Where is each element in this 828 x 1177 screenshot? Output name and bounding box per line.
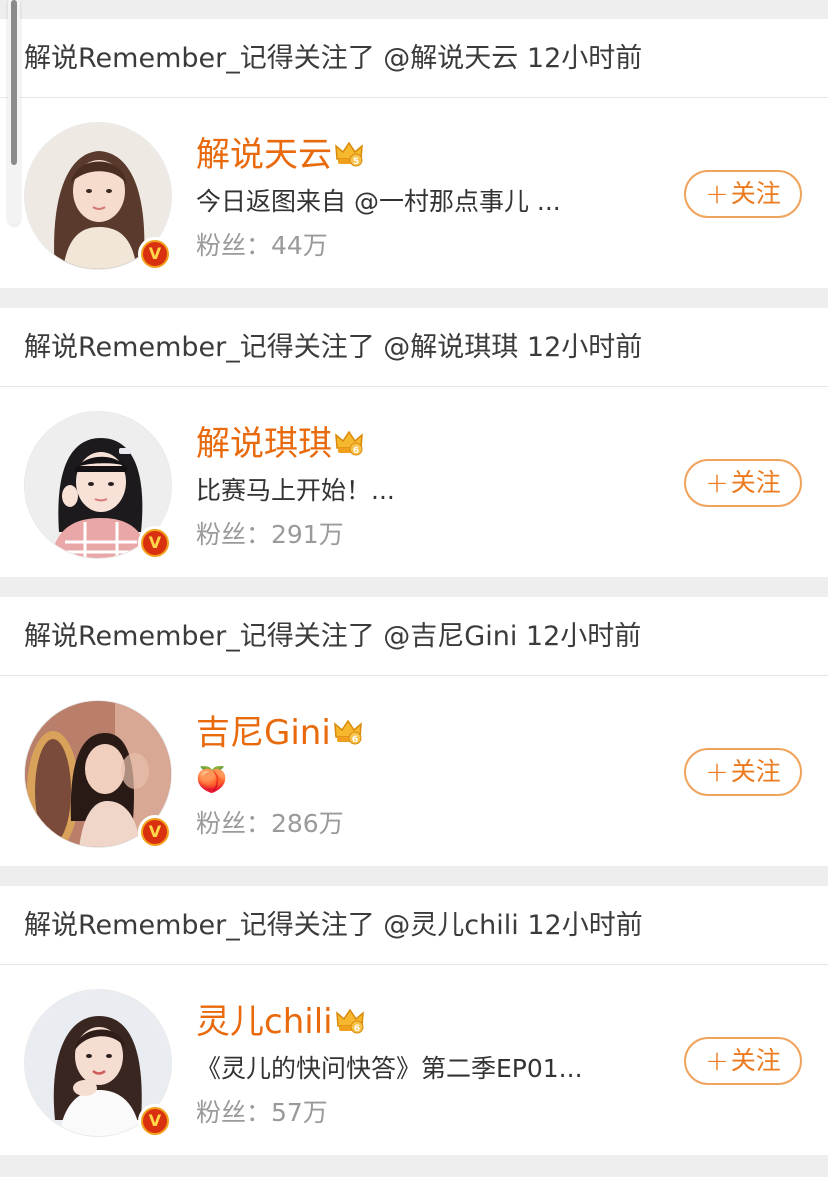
verified-badge: V [138, 1104, 172, 1138]
scrollbar[interactable] [8, 0, 20, 225]
name-line: 吉尼Gini 6 [196, 712, 363, 754]
plus-icon: + [705, 1044, 729, 1077]
feed-card: 解说Remember_记得关注了 @解说天云 12小时前 V 解说天云 5 今日… [0, 19, 828, 288]
feed-card: 解说Remember_记得关注了 @解说琪琪 12小时前 V 解说琪琪 6 比赛… [0, 308, 828, 577]
user-bio: 今日返图来自 @一村那点事儿 ... [196, 187, 561, 216]
fans-count: 粉丝：286万 [196, 809, 344, 838]
plus-icon: + [705, 177, 729, 210]
follow-label: 关注 [730, 179, 781, 208]
feed-card: 解说Remember_记得关注了 @灵儿chili 12小时前 V 灵儿chil… [0, 886, 828, 1155]
user-name[interactable]: 解说天云 [196, 134, 332, 176]
plus-icon: + [705, 755, 729, 788]
user-bio: 比赛马上开始！... [196, 476, 395, 505]
member-crown-icon: 5 [335, 141, 363, 167]
svg-text:5: 5 [353, 157, 359, 167]
follow-button[interactable]: + 关注 [684, 170, 802, 218]
feed-card: 解说Remember_记得关注了 @吉尼Gini 12小时前 V 吉尼Gini [0, 597, 828, 866]
svg-text:6: 6 [352, 735, 358, 745]
user-name[interactable]: 解说琪琪 [196, 423, 332, 465]
verified-badge: V [138, 815, 172, 849]
user-row[interactable]: V 灵儿chili 6 《灵儿的快问快答》第二季EP01... 粉丝：57万 +… [0, 965, 828, 1155]
user-row[interactable]: V 解说琪琪 6 比赛马上开始！... 粉丝：291万 + 关注 [0, 387, 828, 577]
follow-label: 关注 [730, 468, 781, 497]
user-name[interactable]: 灵儿chili [196, 1001, 333, 1043]
follow-button[interactable]: + 关注 [684, 459, 802, 507]
activity-text[interactable]: 解说Remember_记得关注了 @灵儿chili 12小时前 [0, 886, 828, 965]
user-bio: 《灵儿的快问快答》第二季EP01... [196, 1054, 583, 1083]
verified-badge: V [138, 237, 172, 271]
activity-text[interactable]: 解说Remember_记得关注了 @解说天云 12小时前 [0, 19, 828, 98]
name-line: 解说天云 5 [196, 134, 364, 176]
user-row[interactable]: V 解说天云 5 今日返图来自 @一村那点事儿 ... 粉丝：44万 + 关注 [0, 98, 828, 288]
follow-button[interactable]: + 关注 [684, 748, 802, 796]
member-crown-icon: 6 [335, 1008, 364, 1034]
verified-badge: V [138, 526, 172, 560]
scrollbar-thumb[interactable] [11, 0, 17, 165]
user-row[interactable]: V 吉尼Gini 6 🍑 粉丝：286万 + 关注 [0, 676, 828, 866]
name-line: 解说琪琪 6 [196, 423, 364, 465]
plus-icon: + [705, 466, 729, 499]
top-spacer [0, 0, 828, 19]
following-feed: 解说Remember_记得关注了 @解说天云 12小时前 V 解说天云 5 今日… [0, 0, 828, 1155]
svg-text:6: 6 [353, 1024, 359, 1034]
user-bio: 🍑 [196, 765, 228, 794]
member-crown-icon: 6 [335, 430, 363, 456]
activity-text[interactable]: 解说Remember_记得关注了 @解说琪琪 12小时前 [0, 308, 828, 387]
fans-count: 粉丝：291万 [196, 520, 344, 549]
fans-count: 粉丝：57万 [196, 1098, 328, 1127]
fans-count: 粉丝：44万 [196, 231, 328, 260]
follow-button[interactable]: + 关注 [684, 1037, 802, 1085]
user-name[interactable]: 吉尼Gini [196, 712, 331, 754]
name-line: 灵儿chili 6 [196, 1001, 365, 1043]
activity-text[interactable]: 解说Remember_记得关注了 @吉尼Gini 12小时前 [0, 597, 828, 676]
follow-label: 关注 [730, 1046, 781, 1075]
svg-text:6: 6 [353, 446, 359, 456]
follow-label: 关注 [730, 757, 781, 786]
member-crown-icon: 6 [333, 719, 362, 745]
